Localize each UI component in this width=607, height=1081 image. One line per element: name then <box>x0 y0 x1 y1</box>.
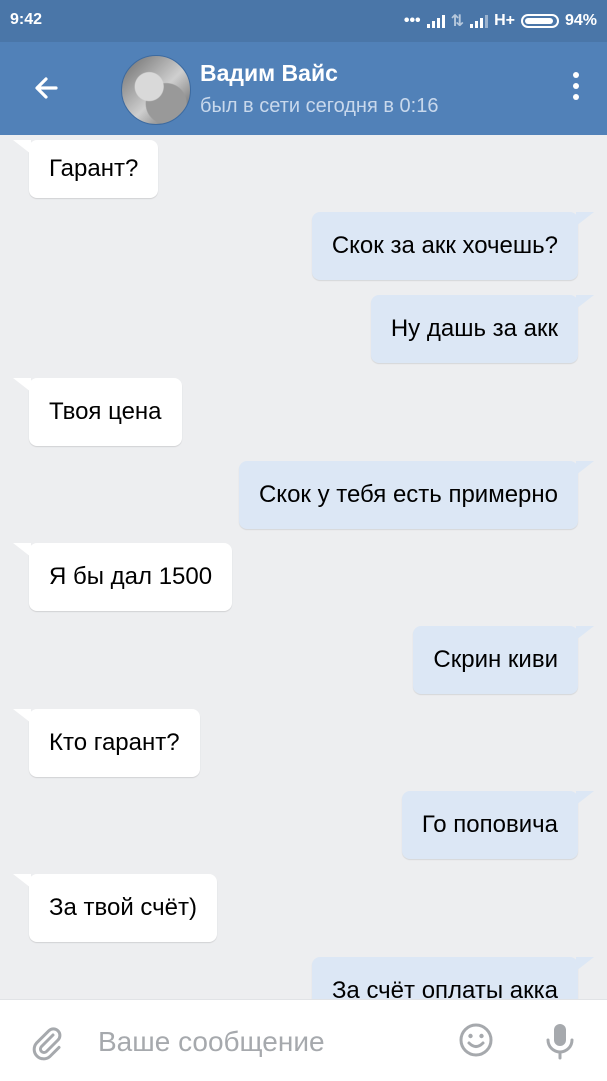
battery-percent: 94% <box>564 12 597 29</box>
smiley-icon <box>459 1023 493 1057</box>
more-options-button[interactable] <box>571 72 581 104</box>
battery-icon <box>520 14 559 28</box>
message-outgoing[interactable]: Скрин киви <box>413 626 594 694</box>
message-incoming[interactable]: Гарант? <box>12 140 159 198</box>
message-input-bar <box>0 999 607 1081</box>
message-outgoing[interactable]: Скок за акк хочешь? <box>311 212 595 280</box>
paperclip-icon <box>32 1027 62 1061</box>
status-bar: 9:42 ••• ⇅ H+ 94% <box>0 0 607 42</box>
avatar[interactable] <box>121 55 191 125</box>
status-time: 9:42 <box>10 11 43 28</box>
message-incoming[interactable]: Твоя цена <box>13 378 182 446</box>
message-incoming[interactable]: За твой счёт) <box>13 874 217 942</box>
dots-icon: ••• <box>403 12 421 29</box>
network-type: H+ <box>494 12 515 29</box>
message-list[interactable]: Гарант? Скок за акк хочешь? Ну дашь за а… <box>0 135 607 999</box>
voice-message-button[interactable] <box>542 1021 578 1061</box>
arrow-left-icon <box>35 77 58 99</box>
data-transfer-icon: ⇅ <box>450 13 465 30</box>
microphone-icon <box>546 1024 574 1060</box>
contact-name[interactable]: Вадим Вайс <box>200 60 338 87</box>
more-vertical-icon <box>571 72 581 100</box>
emoji-button[interactable] <box>458 1022 494 1058</box>
back-button[interactable] <box>28 68 68 108</box>
message-outgoing[interactable]: За счёт оплаты акка <box>311 957 595 999</box>
signal-icon <box>426 14 445 28</box>
chat-header: Вадим Вайс был в сети сегодня в 0:16 <box>0 42 607 135</box>
message-input[interactable] <box>96 1020 430 1064</box>
signal-icon-secondary <box>470 14 489 28</box>
message-outgoing[interactable]: Ну дашь за акк <box>370 295 595 363</box>
message-incoming[interactable]: Кто гарант? <box>13 709 200 777</box>
message-outgoing[interactable]: Скок у тебя есть примерно <box>238 461 595 529</box>
attach-button[interactable] <box>26 1021 66 1061</box>
message-incoming[interactable]: Я бы дал 1500 <box>12 543 233 611</box>
message-outgoing[interactable]: Го поповича <box>401 791 595 859</box>
contact-status: был в сети сегодня в 0:16 <box>200 95 439 117</box>
status-indicators: ••• ⇅ H+ 94% <box>404 11 597 31</box>
